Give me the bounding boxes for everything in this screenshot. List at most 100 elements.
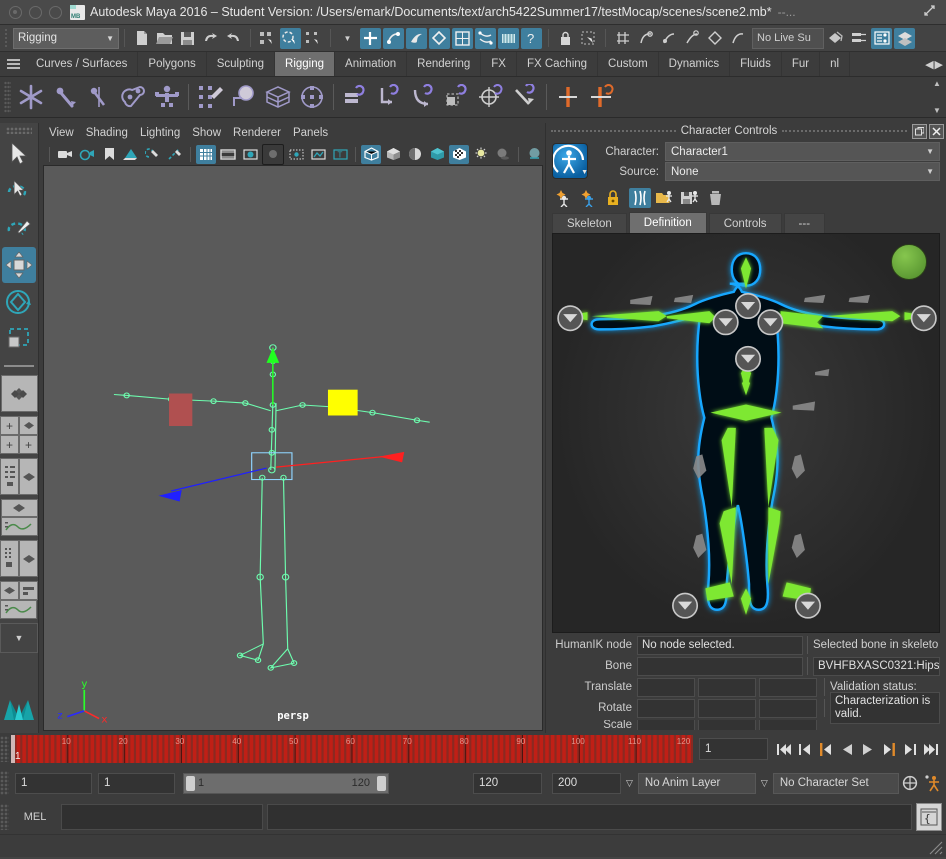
cluster-deformer-icon[interactable]	[295, 80, 329, 114]
chevron-down-circle-icon[interactable]	[673, 593, 697, 617]
chevron-down-circle-icon[interactable]	[736, 347, 760, 371]
exposure-icon[interactable]	[165, 145, 185, 164]
persp-graph-layout[interactable]	[1, 499, 38, 536]
save-definition-icon[interactable]	[679, 188, 701, 208]
hypershade-persp-layout[interactable]	[0, 540, 38, 577]
outliner-persp-layout[interactable]	[0, 458, 38, 495]
deformers-mask-icon[interactable]	[475, 28, 496, 49]
rotate-z-field[interactable]	[759, 699, 817, 718]
subdiv-mask-icon[interactable]	[452, 28, 473, 49]
redo-icon[interactable]	[223, 28, 244, 49]
window-resize-grip[interactable]	[928, 840, 944, 856]
viewport-menu-view[interactable]: View	[49, 127, 74, 139]
tab-more[interactable]: ---	[784, 213, 826, 233]
undo-icon[interactable]	[200, 28, 221, 49]
mirror-skin-weights-icon[interactable]	[585, 80, 619, 114]
wireframe-icon[interactable]	[361, 145, 381, 164]
safe-action-icon[interactable]	[308, 145, 328, 164]
range-end-field[interactable]: 120	[473, 773, 542, 794]
menu-hamburger-icon[interactable]	[0, 52, 26, 76]
bookmark-icon[interactable]	[99, 145, 119, 164]
snap-disable-icon[interactable]	[727, 28, 748, 49]
rotate-tool[interactable]	[2, 284, 36, 320]
live-surface-field[interactable]: No Live Su	[752, 28, 824, 49]
go-to-end-icon[interactable]	[921, 739, 940, 759]
animation-preferences-icon[interactable]	[921, 772, 943, 794]
shelf-scroll-arrows[interactable]: ▲▼	[930, 79, 944, 115]
tab-scroll-arrows[interactable]: ◀ ▶	[925, 52, 946, 76]
handles-mask-icon[interactable]	[360, 28, 381, 49]
lock-icon[interactable]	[555, 28, 576, 49]
bind-skin-icon[interactable]	[193, 80, 227, 114]
play-forwards-icon[interactable]	[858, 739, 877, 759]
definition-view-icon[interactable]	[629, 188, 651, 208]
delete-character-icon[interactable]	[704, 188, 726, 208]
scroll-left-icon[interactable]: ◀	[925, 58, 933, 71]
range-end-handle[interactable]	[377, 776, 386, 791]
auto-keyframe-icon[interactable]	[899, 772, 921, 794]
interactive-bind-icon[interactable]	[227, 80, 261, 114]
insert-joint-icon[interactable]	[116, 80, 150, 114]
close-window-button[interactable]	[9, 6, 22, 19]
pole-vector-constraint-icon[interactable]	[508, 80, 542, 114]
select-by-object-icon[interactable]	[280, 28, 301, 49]
load-definition-icon[interactable]	[654, 188, 676, 208]
biped-figure[interactable]	[553, 234, 939, 632]
current-frame-field[interactable]: 1	[699, 738, 768, 760]
snap-projectcenter-icon[interactable]	[681, 28, 702, 49]
character-dropdown[interactable]: Character1 ▼	[665, 142, 940, 161]
lattice-deformer-icon[interactable]	[261, 80, 295, 114]
tab-fx[interactable]: FX	[481, 52, 517, 76]
snap-grid-icon[interactable]	[612, 28, 633, 49]
command-line-grip[interactable]	[0, 804, 9, 830]
field-chart-icon[interactable]	[286, 145, 306, 164]
move-tool[interactable]	[2, 247, 36, 283]
tab-polygons[interactable]: Polygons	[138, 52, 206, 76]
select-tool[interactable]	[2, 136, 36, 172]
chevron-down-icon[interactable]: ▽	[756, 778, 773, 789]
mel-command-input[interactable]	[61, 804, 263, 830]
chevron-down-circle-icon[interactable]	[558, 306, 582, 330]
single-pane-layout[interactable]	[1, 375, 38, 412]
chevron-down-circle-icon[interactable]	[912, 306, 936, 330]
paint-select-tool[interactable]	[2, 210, 36, 246]
translate-y-field[interactable]	[698, 678, 756, 697]
twopoint-resolution-icon[interactable]	[143, 145, 163, 164]
scale-z-field[interactable]	[759, 720, 817, 730]
viewport-menu-panels[interactable]: Panels	[293, 127, 328, 139]
rotate-x-field[interactable]	[637, 699, 695, 718]
save-scene-icon[interactable]	[177, 28, 198, 49]
range-start-field[interactable]: 1	[98, 773, 175, 794]
persp-outliner-graph-layout[interactable]	[0, 581, 38, 619]
rotate-y-field[interactable]	[698, 699, 756, 718]
highlight-selection-icon[interactable]	[578, 28, 599, 49]
tab-fx-caching[interactable]: FX Caching	[517, 52, 598, 76]
character-definition-view[interactable]	[552, 233, 940, 633]
tab-skeleton[interactable]: Skeleton	[552, 213, 627, 233]
surfaces-mask-icon[interactable]	[406, 28, 427, 49]
create-ik-spline-handle-icon[interactable]	[82, 80, 116, 114]
maximize-window-button[interactable]	[49, 6, 62, 19]
minimize-window-button[interactable]	[29, 6, 42, 19]
smooth-shade-all-icon[interactable]	[383, 145, 403, 164]
humanik-node-value[interactable]: No node selected.	[637, 636, 803, 655]
tab-definition[interactable]: Definition	[629, 212, 707, 233]
tab-custom[interactable]: Custom	[598, 52, 659, 76]
menu-set-selector[interactable]: Rigging ▼	[13, 28, 119, 49]
tab-rigging[interactable]: Rigging	[275, 52, 335, 76]
new-scene-icon[interactable]	[131, 28, 152, 49]
grid-icon[interactable]	[196, 145, 216, 164]
viewport-menu-shading[interactable]: Shading	[86, 127, 128, 139]
create-joint-icon[interactable]	[14, 80, 48, 114]
tab-fur[interactable]: Fur	[782, 52, 820, 76]
safe-title-icon[interactable]: T	[330, 145, 350, 164]
translate-z-field[interactable]	[759, 678, 817, 697]
tab-nhair[interactable]: nl	[820, 52, 850, 76]
hypershade-icon[interactable]	[871, 28, 892, 49]
scroll-right-icon[interactable]: ▶	[935, 58, 943, 71]
undock-icon[interactable]	[912, 124, 927, 139]
selected-bone-value[interactable]: BVHFBXASC0321:Hips	[813, 657, 940, 676]
window-buttons[interactable]	[0, 6, 70, 19]
anim-layer-field[interactable]: No Anim Layer	[638, 773, 756, 794]
select-mask-dropdown[interactable]: ▼	[337, 28, 358, 49]
